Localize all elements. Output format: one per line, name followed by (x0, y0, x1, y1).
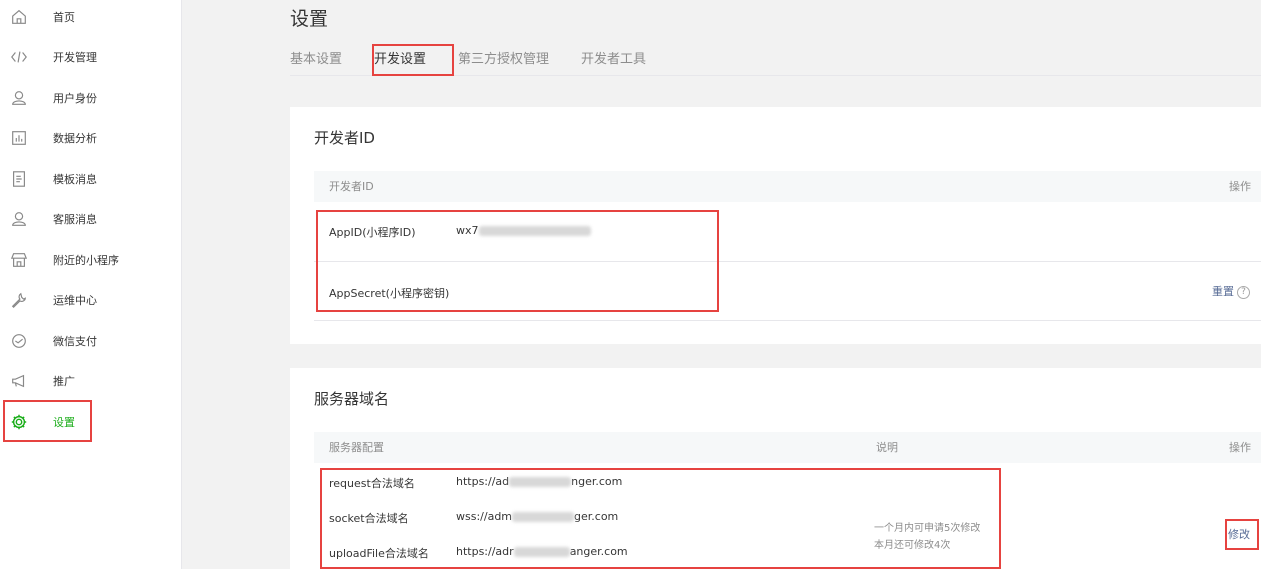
sidebar-item-customer-msg[interactable]: 客服消息 (0, 199, 182, 239)
customer-service-icon (9, 209, 29, 229)
tab-basic-settings[interactable]: 基本设置 (290, 44, 358, 76)
sidebar-item-label: 客服消息 (53, 213, 97, 226)
appid-value: wx7 (456, 224, 591, 237)
sidebar-item-label: 模板消息 (53, 173, 97, 186)
appid-label: AppID(小程序ID) (329, 226, 416, 239)
sidebar-item-wechat-pay[interactable]: 微信支付 (0, 321, 182, 361)
column-header: 说明 (876, 441, 898, 454)
sidebar-item-settings[interactable]: 设置 (0, 402, 182, 442)
modify-link[interactable]: 修改 (1228, 528, 1250, 541)
sidebar-item-label: 开发管理 (53, 51, 97, 64)
sidebar-item-label: 用户身份 (53, 92, 97, 105)
sidebar-item-user-identity[interactable]: 用户身份 (0, 78, 182, 118)
sidebar-item-label: 数据分析 (53, 132, 97, 145)
redacted-value (512, 512, 575, 522)
column-header: 服务器配置 (329, 441, 384, 454)
payment-icon (9, 331, 29, 351)
domain-value: https://ad nger.com (456, 475, 623, 488)
redacted-value (513, 547, 570, 557)
column-header: 操作 (1229, 441, 1251, 454)
reset-button[interactable]: 重置? (1212, 283, 1250, 299)
table-header: 服务器配置 说明 操作 (314, 432, 1261, 463)
redacted-value (478, 226, 591, 236)
domain-label: socket合法域名 (329, 512, 409, 525)
sidebar-item-label: 运维中心 (53, 294, 97, 307)
wrench-icon (9, 290, 29, 310)
store-icon (9, 250, 29, 270)
sidebar-item-ops[interactable]: 运维中心 (0, 280, 182, 320)
modify-remaining-text: 本月还可修改4次 (874, 540, 951, 551)
gear-icon (9, 412, 29, 432)
home-icon (9, 7, 29, 27)
sidebar: 首页 开发管理 用户身份 数据分析 模板消息 客服消息 附近的小程序 运维中心 … (0, 0, 182, 569)
server-domain-panel: 服务器域名 服务器配置 说明 操作 request合法域名 https://ad… (290, 368, 1261, 569)
appsecret-label: AppSecret(小程序密钥) (329, 287, 450, 300)
modify-quota-text: 一个月内可申请5次修改 (874, 523, 981, 534)
megaphone-icon (9, 371, 29, 391)
column-header: 开发者ID (329, 180, 374, 193)
table-header: 开发者ID 操作 (314, 171, 1261, 202)
tab-dev-tools[interactable]: 开发者工具 (565, 44, 662, 76)
domain-value: https://adr anger.com (456, 545, 628, 558)
section-title: 服务器域名 (314, 390, 390, 408)
sidebar-item-label: 微信支付 (53, 335, 97, 348)
row-divider (314, 320, 1261, 321)
code-icon (9, 47, 29, 67)
section-title: 开发者ID (314, 129, 375, 147)
redacted-value (509, 477, 572, 487)
user-icon (9, 88, 29, 108)
column-header: 操作 (1229, 180, 1251, 193)
help-icon[interactable]: ? (1237, 285, 1250, 299)
developer-id-panel: 开发者ID 开发者ID 操作 AppID(小程序ID) wx7 AppSecre… (290, 107, 1261, 344)
tabs-divider (290, 75, 1261, 76)
template-icon (9, 169, 29, 189)
modify-button[interactable]: 修改 (1228, 526, 1250, 542)
sidebar-item-data-analysis[interactable]: 数据分析 (0, 118, 182, 158)
domain-label: uploadFile合法域名 (329, 547, 429, 560)
reset-link[interactable]: 重置 (1212, 285, 1234, 298)
tab-dev-settings[interactable]: 开发设置 (358, 44, 442, 76)
sidebar-item-label: 附近的小程序 (53, 254, 119, 267)
sidebar-item-label: 推广 (53, 375, 75, 388)
main-content: 设置 基本设置 开发设置 第三方授权管理 开发者工具 开发者ID 开发者ID 操… (183, 0, 1261, 569)
sidebar-item-nearby[interactable]: 附近的小程序 (0, 240, 182, 280)
tab-bar: 基本设置 开发设置 第三方授权管理 开发者工具 (290, 44, 662, 76)
sidebar-item-promotion[interactable]: 推广 (0, 361, 182, 401)
chart-icon (9, 128, 29, 148)
sidebar-item-label: 设置 (53, 416, 75, 429)
row-divider (314, 261, 1261, 262)
domain-value: wss://adm ger.com (456, 510, 619, 523)
sidebar-item-label: 首页 (53, 11, 75, 24)
sidebar-item-home[interactable]: 首页 (0, 0, 182, 37)
domain-label: request合法域名 (329, 477, 415, 490)
tab-third-party-auth[interactable]: 第三方授权管理 (442, 44, 565, 76)
page-title: 设置 (290, 8, 329, 30)
sidebar-item-dev-manage[interactable]: 开发管理 (0, 37, 182, 77)
sidebar-item-template-msg[interactable]: 模板消息 (0, 159, 182, 199)
